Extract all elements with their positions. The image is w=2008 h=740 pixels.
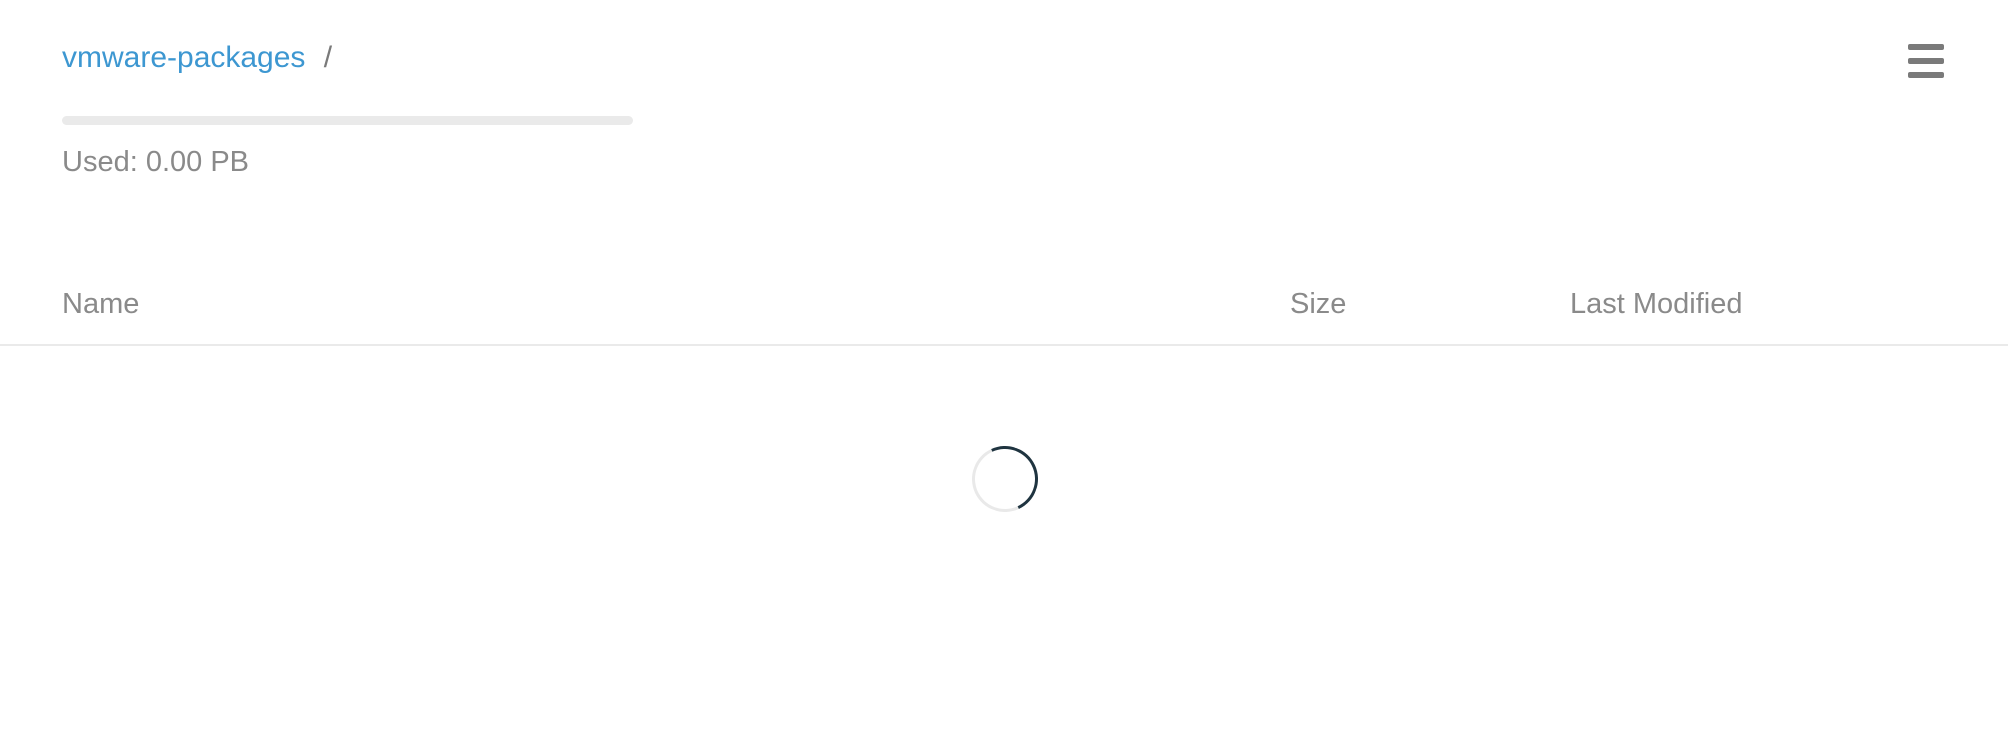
menu-bar-middle	[1908, 58, 1944, 64]
hamburger-menu-icon[interactable]	[1908, 44, 1944, 78]
table-header: Name Size Last Modified	[0, 284, 2008, 346]
column-header-last-modified[interactable]: Last Modified	[1570, 284, 1743, 324]
breadcrumb-separator: /	[323, 41, 333, 74]
usage-label: Used: 0.00 PB	[62, 146, 249, 178]
menu-bar-bottom	[1908, 72, 1944, 78]
column-header-size[interactable]: Size	[1290, 284, 1346, 324]
breadcrumb-bucket-link[interactable]: vmware-packages	[62, 41, 305, 74]
file-browser-page: vmware-packages / Used: 0.00 PB Name Siz…	[0, 0, 2008, 740]
column-header-name[interactable]: Name	[62, 284, 139, 324]
breadcrumb: vmware-packages /	[62, 38, 332, 78]
menu-bar-top	[1908, 44, 1944, 50]
loading-spinner-icon	[962, 436, 1048, 522]
usage-progress-bar	[62, 116, 633, 125]
